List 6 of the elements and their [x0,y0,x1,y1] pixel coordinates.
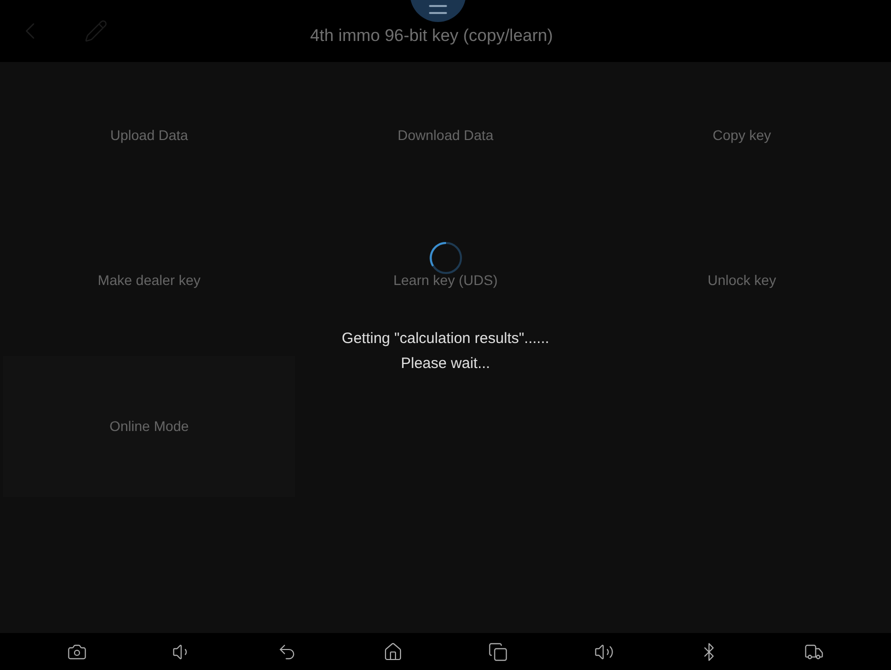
recents-icon[interactable] [488,642,508,662]
home-icon[interactable] [382,642,403,662]
loading-message: Getting "calculation results"...... [342,329,550,349]
loading-spinner-icon [428,240,464,276]
loading-hint: Please wait... [400,354,490,374]
window-title: 4th immo 96-bit key (copy/learn) [310,25,553,48]
